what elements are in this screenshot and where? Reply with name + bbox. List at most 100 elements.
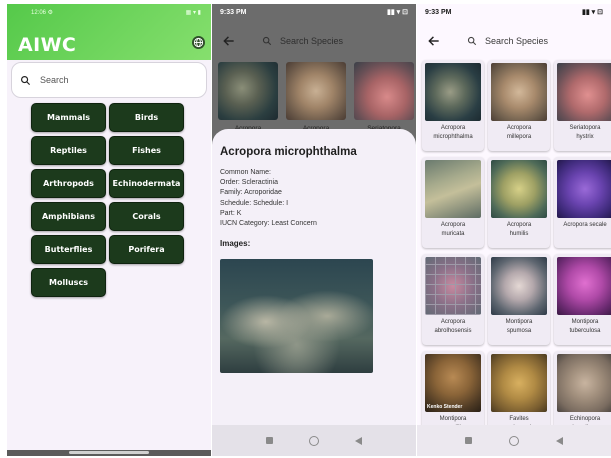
category-button-amphibians[interactable]: Amphibians	[31, 202, 106, 231]
search-icon	[262, 36, 272, 46]
coral-thumbnail	[286, 62, 346, 120]
species-name: Montipora tuberculosa	[569, 319, 601, 334]
coral-thumbnail	[491, 160, 547, 218]
coral-thumbnail	[557, 257, 611, 315]
search-input[interactable]	[40, 75, 190, 85]
gesture-bar	[7, 450, 211, 456]
coral-thumbnail	[491, 257, 547, 315]
home-screen: 12:06 ⚙ ▦ ▾ ▮ AIWC Mammals Birds Reptile…	[7, 4, 211, 456]
top-bar: Search Species	[417, 20, 611, 62]
species-card[interactable]: Montipora tuberculosa	[554, 254, 611, 345]
category-button-butterflies[interactable]: Butterflies	[31, 235, 106, 264]
detail-family: Family: Acroporidae	[220, 189, 282, 197]
species-detail-screen: 9:33 PM ▮▮ ▾ ⊡ Search Species Acropora A…	[212, 4, 416, 456]
status-bar: 12:06 ⚙ ▦ ▾ ▮	[7, 4, 211, 20]
search-placeholder: Search Species	[280, 36, 344, 46]
status-bar: 9:33 PM ▮▮ ▾ ⊡	[417, 4, 611, 20]
detail-schedule: Schedule: Schedule: I	[220, 199, 289, 207]
species-card[interactable]: Acropora muricata	[422, 157, 484, 248]
coral-thumbnail	[557, 160, 611, 218]
search-field[interactable]: Search Species	[262, 36, 343, 46]
category-button-mammals[interactable]: Mammals	[31, 103, 106, 132]
category-button-corals[interactable]: Corals	[109, 202, 184, 231]
detail-part: Part: K	[220, 209, 242, 217]
status-icons: ▦ ▾ ▮	[185, 9, 201, 16]
search-icon	[21, 75, 31, 85]
home-indicator[interactable]	[69, 451, 149, 454]
home-icon[interactable]	[309, 435, 319, 446]
species-name: Acropora humilis	[506, 222, 532, 237]
status-icons: ▮▮ ▾ ⊡	[387, 9, 408, 16]
search-placeholder: Search Species	[485, 36, 549, 46]
coral-thumbnail	[425, 257, 481, 315]
detail-order: Order: Scleractinia	[220, 179, 278, 187]
category-button-fishes[interactable]: Fishes	[109, 136, 184, 165]
species-grid: Acropora microphthalma Acropora millepora …	[421, 60, 611, 442]
coral-thumbnail	[354, 62, 414, 120]
species-card[interactable]: Acropora	[286, 62, 346, 132]
home-icon[interactable]	[508, 435, 519, 446]
category-button-porifera[interactable]: Porifera	[109, 235, 184, 264]
species-name: Acropora muricata	[440, 222, 466, 237]
coral-thumbnail	[218, 62, 278, 120]
detail-iucn-category: IUCN Category: Least Concern	[220, 220, 317, 228]
watermark: Kenko Stender	[427, 404, 463, 410]
status-time: 9:33 PM	[220, 8, 247, 16]
species-name: Montipora spumosa	[505, 319, 533, 334]
species-card[interactable]: Acropora millepora	[488, 60, 550, 151]
coral-thumbnail: Kenko Stender	[425, 354, 481, 412]
species-list-screen: 9:33 PM ▮▮ ▾ ⊡ Search Species Acropora mi…	[417, 4, 611, 456]
coral-thumbnail	[425, 63, 481, 121]
coral-thumbnail	[491, 63, 547, 121]
recents-icon[interactable]	[465, 437, 473, 444]
top-bar: Search Species	[212, 20, 416, 62]
category-button-birds[interactable]: Birds	[109, 103, 184, 132]
back-arrow-icon[interactable]	[222, 34, 236, 48]
search-bar[interactable]	[11, 62, 207, 98]
app-title: AIWC	[18, 34, 77, 56]
coral-thumbnail	[557, 63, 611, 121]
back-icon[interactable]	[355, 436, 362, 445]
category-button-echinodermata[interactable]: Echinodermata	[109, 169, 184, 198]
status-time: 9:33 PM	[425, 8, 452, 16]
back-arrow-icon[interactable]	[427, 34, 441, 48]
search-field[interactable]: Search Species	[467, 36, 548, 46]
status-bar: 9:33 PM ▮▮ ▾ ⊡	[212, 4, 416, 20]
species-card[interactable]: Seriatopora hystrix	[554, 60, 611, 151]
species-name: Acropora microphthalma	[433, 125, 473, 140]
background-species-row: Acropora Acropora Seriatopora	[218, 62, 414, 132]
screenshot-collage: 12:06 ⚙ ▦ ▾ ▮ AIWC Mammals Birds Reptile…	[0, 0, 611, 458]
category-button-arthropods[interactable]: Arthropods	[31, 169, 106, 198]
species-card[interactable]: Acropora microphthalma	[422, 60, 484, 151]
species-title: Acropora microphthalma	[220, 146, 357, 158]
app-bar: 12:06 ⚙ ▦ ▾ ▮ AIWC	[7, 4, 211, 60]
species-name: Seriatopora hystrix	[569, 125, 601, 140]
globe-icon[interactable]	[192, 36, 205, 49]
back-icon[interactable]	[555, 436, 563, 445]
status-time: 12:06 ⚙	[31, 9, 54, 16]
coral-thumbnail	[425, 160, 481, 218]
species-card[interactable]: Montipora spumosa	[488, 254, 550, 345]
recents-icon[interactable]	[266, 437, 273, 444]
coral-thumbnail	[557, 354, 611, 412]
coral-thumbnail	[491, 354, 547, 412]
species-card[interactable]: Acropora humilis	[488, 157, 550, 248]
detail-common-name: Common Name:	[220, 169, 271, 176]
images-heading: Images:	[220, 239, 251, 249]
species-card[interactable]: Acropora	[218, 62, 278, 132]
category-button-molluscs[interactable]: Molluscs	[31, 268, 106, 297]
species-card[interactable]: Seriatopora	[354, 62, 414, 132]
category-grid: Mammals Birds Reptiles Fishes Arthropods…	[31, 103, 191, 297]
system-nav-bar	[212, 425, 416, 456]
species-card[interactable]: Acropora secale	[554, 157, 611, 248]
status-icons: ▮▮ ▾ ⊡	[582, 9, 603, 16]
species-card[interactable]: Acropora abrolhosensis	[422, 254, 484, 345]
species-photo[interactable]	[220, 259, 373, 373]
species-name: Acropora millepora	[506, 125, 532, 140]
category-button-reptiles[interactable]: Reptiles	[31, 136, 106, 165]
system-nav-bar	[417, 425, 611, 456]
species-detail-sheet: Acropora microphthalma Common Name: Orde…	[212, 129, 416, 429]
species-name: Acropora secale	[563, 222, 607, 228]
species-name: Acropora abrolhosensis	[434, 319, 472, 334]
search-icon	[467, 36, 477, 46]
